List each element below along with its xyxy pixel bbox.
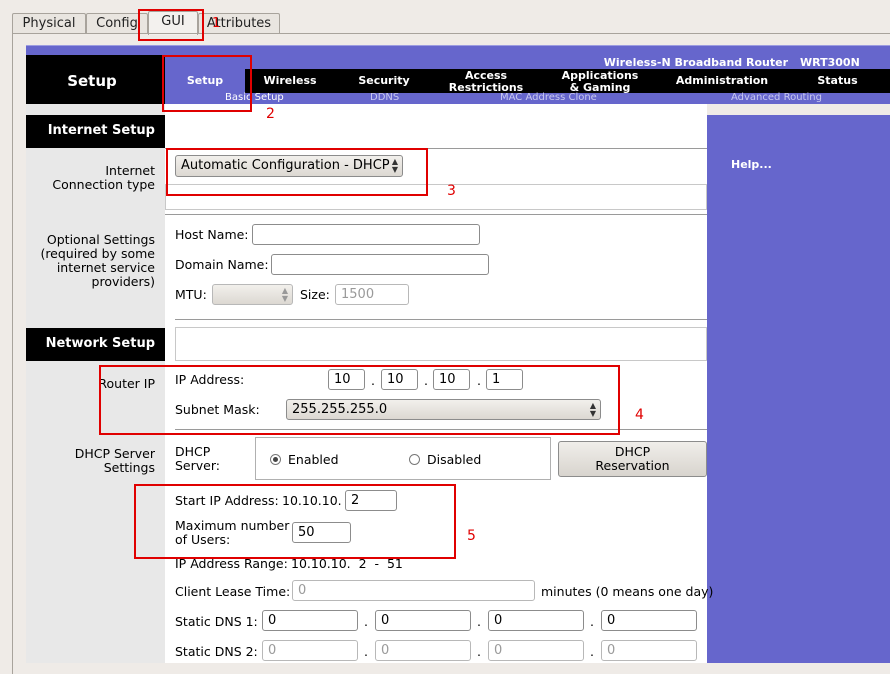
host-name-field[interactable] <box>252 224 480 245</box>
dhcp-server-settings-label: DHCP Server Settings <box>74 446 155 475</box>
dhcp-disabled-radio[interactable] <box>409 454 420 465</box>
dhcp-enabled-radio[interactable] <box>270 454 281 465</box>
optional-settings-label: Optional Settings (required by some inte… <box>40 232 155 289</box>
brand-name: Wireless-N Broadband Router <box>603 56 788 69</box>
size-label: Size: <box>300 287 330 302</box>
nav-wireless[interactable]: Wireless <box>250 75 330 87</box>
internet-setup-header: Internet Setup <box>26 115 165 148</box>
dot: . <box>364 644 368 659</box>
nav-security[interactable]: Security <box>344 75 424 87</box>
dhcp-disabled-label[interactable]: Disabled <box>427 452 481 467</box>
static-dns2-label: Static DNS 2: <box>175 644 258 659</box>
divider <box>175 319 707 320</box>
lease-time-label: Client Lease Time: <box>175 584 291 599</box>
mtu-label: MTU: <box>175 287 207 302</box>
annotation-box-1 <box>138 9 204 41</box>
annotation-box-5 <box>134 484 456 559</box>
dns2-octet-2[interactable]: 0 <box>375 640 471 661</box>
annotation-number-3: 3 <box>447 183 456 199</box>
dot: . <box>590 614 594 629</box>
select-arrows-icon: ▲ ▼ <box>281 286 288 303</box>
tab-attributes[interactable]: Attributes <box>198 13 280 34</box>
annotation-box-4 <box>99 365 620 435</box>
domain-name-field[interactable] <box>271 254 489 275</box>
subnav-advanced-routing[interactable]: Advanced Routing <box>731 92 822 103</box>
annotation-number-4: 4 <box>635 407 644 423</box>
dhcp-server-label: DHCP Server: <box>175 444 220 473</box>
static-dns1-label: Static DNS 1: <box>175 614 258 629</box>
section-title: Setup <box>67 72 117 90</box>
annotation-number-2: 2 <box>266 106 275 122</box>
nav-applications-gaming[interactable]: Applications & Gaming <box>555 70 645 94</box>
mtu-select[interactable]: ▲ ▼ <box>212 284 293 305</box>
dot: . <box>477 644 481 659</box>
nav-access-restrictions[interactable]: Access Restrictions <box>446 70 526 94</box>
subnav-mac-clone[interactable]: MAC Address Clone <box>500 92 597 103</box>
lease-time-suffix: minutes (0 means one day) <box>541 584 714 599</box>
divider <box>165 214 707 215</box>
size-field[interactable]: 1500 <box>335 284 409 305</box>
dhcp-enabled-label[interactable]: Enabled <box>288 452 339 467</box>
dns2-octet-4[interactable]: 0 <box>601 640 697 661</box>
dns1-octet-2[interactable]: 0 <box>375 610 471 631</box>
dns1-octet-4[interactable]: 0 <box>601 610 697 631</box>
annotation-number-1: 1 <box>212 16 221 31</box>
nav-status[interactable]: Status <box>800 75 875 87</box>
dns2-octet-3[interactable]: 0 <box>488 640 584 661</box>
dns2-octet-1[interactable]: 0 <box>262 640 358 661</box>
divider <box>175 327 707 361</box>
dot: . <box>477 614 481 629</box>
annotation-box-2 <box>162 55 252 112</box>
model-name: WRT300N <box>800 56 860 69</box>
domain-name-label: Domain Name: <box>175 257 269 272</box>
dhcp-reservation-button[interactable]: DHCP Reservation <box>558 441 707 477</box>
dot: . <box>590 644 594 659</box>
dns1-octet-1[interactable]: 0 <box>262 610 358 631</box>
help-link[interactable]: Help... <box>731 158 772 171</box>
annotation-box-3 <box>166 148 428 196</box>
network-setup-header: Network Setup <box>26 328 165 361</box>
nav-administration[interactable]: Administration <box>672 75 772 87</box>
help-panel <box>707 115 890 663</box>
annotation-number-5: 5 <box>467 528 476 544</box>
connection-type-label: Internet Connection type <box>52 163 155 192</box>
subnav-ddns[interactable]: DDNS <box>370 92 399 103</box>
dhcp-reservation-label: DHCP Reservation <box>595 444 670 473</box>
host-name-label: Host Name: <box>175 227 249 242</box>
dns1-octet-3[interactable]: 0 <box>488 610 584 631</box>
tab-physical[interactable]: Physical <box>12 13 86 34</box>
lease-time-field[interactable]: 0 <box>292 580 535 601</box>
dot: . <box>364 614 368 629</box>
